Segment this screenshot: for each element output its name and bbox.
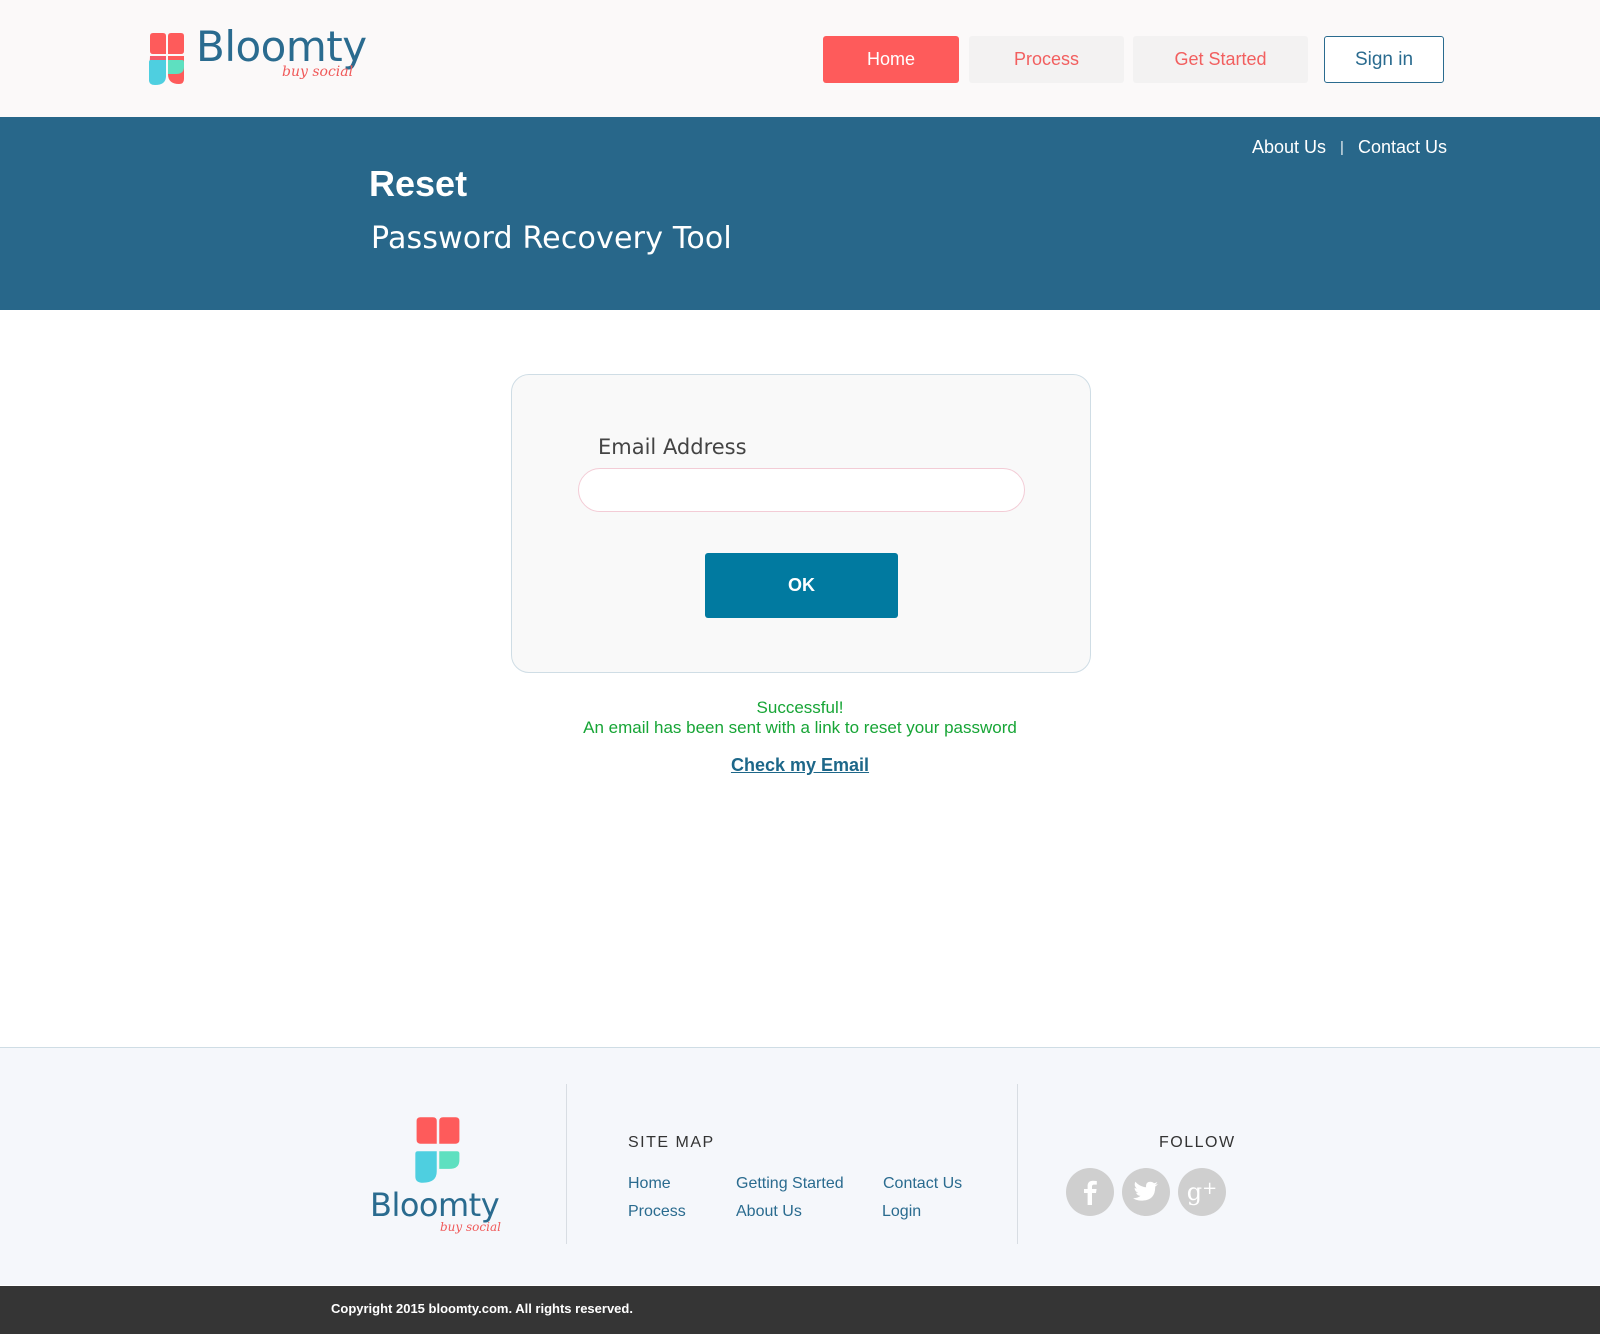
copyright-text: Copyright 2015 bloomty.com. All rights r… [331, 1301, 633, 1316]
site-header: Bloomty buy social Home Process Get Star… [0, 0, 1600, 117]
reset-form-card: Email Address OK [511, 374, 1091, 673]
copyright-bar: Copyright 2015 bloomty.com. All rights r… [0, 1286, 1600, 1334]
page-title: Reset [369, 163, 468, 204]
logo[interactable]: Bloomty buy social [148, 22, 373, 92]
check-email-container: Check my Email [0, 755, 1600, 776]
contact-us-link[interactable]: Contact Us [1358, 137, 1447, 158]
page-subtitle: Password Recovery Tool [371, 221, 732, 256]
footer-logo-mark-icon[interactable] [414, 1116, 462, 1184]
page-banner: About Us | Contact Us Reset Password Rec… [0, 117, 1600, 310]
sitemap-link-getting-started[interactable]: Getting Started [736, 1175, 844, 1193]
sitemap-link-login[interactable]: Login [882, 1203, 921, 1221]
check-email-link[interactable]: Check my Email [731, 755, 869, 775]
google-plus-icon[interactable]: g+ [1178, 1168, 1226, 1216]
footer-logo-tagline: buy social [440, 1220, 501, 1234]
banner-link-separator: | [1340, 139, 1344, 156]
nav-get-started-button[interactable]: Get Started [1133, 36, 1308, 83]
banner-links: About Us | Contact Us [1252, 137, 1447, 158]
sign-in-button[interactable]: Sign in [1324, 36, 1444, 83]
success-message: An email has been sent with a link to re… [583, 718, 1017, 737]
facebook-icon[interactable] [1066, 1168, 1114, 1216]
footer-logo-wordmark: Bloomty [370, 1186, 500, 1224]
email-label: Email Address [598, 435, 747, 459]
follow-title: FOLLOW [1159, 1134, 1236, 1151]
sitemap-title: SITE MAP [628, 1134, 715, 1151]
logo-mark-icon [149, 33, 184, 85]
twitter-icon[interactable] [1122, 1168, 1170, 1216]
logo-tagline: buy social [282, 64, 354, 80]
site-footer: Bloomty buy social SITE MAP Home Getting… [0, 1047, 1600, 1285]
about-us-link[interactable]: About Us [1252, 137, 1326, 158]
sitemap-link-process[interactable]: Process [628, 1203, 686, 1221]
success-title: Successful! [756, 698, 844, 717]
sitemap-link-home[interactable]: Home [628, 1175, 671, 1193]
footer-divider [566, 1084, 567, 1244]
sitemap-link-about-us[interactable]: About Us [736, 1203, 802, 1221]
footer-divider [1017, 1084, 1018, 1244]
sitemap-link-contact-us[interactable]: Contact Us [883, 1175, 962, 1193]
email-field[interactable] [578, 468, 1025, 512]
nav-process-button[interactable]: Process [969, 36, 1124, 83]
nav-home-button[interactable]: Home [823, 36, 959, 83]
ok-button[interactable]: OK [705, 553, 898, 618]
